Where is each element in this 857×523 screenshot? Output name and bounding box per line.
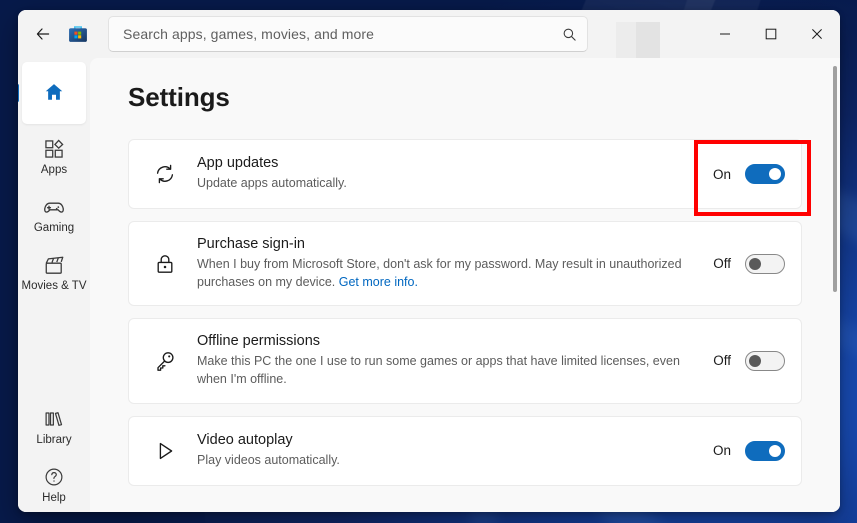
- toggle-state-label: On: [713, 443, 731, 458]
- minimize-icon: [719, 28, 731, 40]
- setting-text: App updates Update apps automatically.: [183, 155, 713, 192]
- setting-row-app-updates: App updates Update apps automatically. O…: [128, 139, 802, 209]
- microsoft-store-icon[interactable]: [66, 22, 90, 46]
- purchase-sign-in-toggle[interactable]: [745, 254, 785, 274]
- content-scrollbar[interactable]: [833, 66, 837, 292]
- microsoft-store-window: Search apps, games, movies, and more: [18, 10, 840, 512]
- window-body: Apps Gaming: [18, 58, 840, 512]
- setting-description-text: Play videos automatically.: [197, 453, 340, 467]
- setting-title: Purchase sign-in: [197, 236, 697, 252]
- setting-title: App updates: [197, 155, 697, 171]
- back-arrow-icon: [35, 26, 51, 42]
- search-icon[interactable]: [562, 27, 577, 42]
- page-title: Settings: [128, 82, 802, 113]
- back-button[interactable]: [26, 18, 60, 50]
- sidebar-item-apps[interactable]: Apps: [22, 130, 86, 182]
- close-button[interactable]: [794, 10, 840, 58]
- maximize-button[interactable]: [748, 10, 794, 58]
- setting-control: On: [713, 164, 785, 184]
- search-input[interactable]: Search apps, games, movies, and more: [123, 26, 562, 42]
- setting-description: Update apps automatically.: [197, 174, 697, 192]
- sidebar-item-label: Movies & TV: [22, 280, 87, 292]
- setting-control: On: [713, 441, 785, 461]
- apps-icon: [43, 137, 65, 161]
- setting-row-video-autoplay: Video autoplay Play videos automatically…: [128, 416, 802, 486]
- selection-indicator: [18, 84, 19, 102]
- sidebar-item-movies-tv[interactable]: Movies & TV: [22, 246, 86, 298]
- setting-control: Off: [713, 351, 785, 371]
- sidebar-item-library[interactable]: Library: [22, 400, 86, 452]
- setting-row-offline-permissions: Offline permissions Make this PC the one…: [128, 318, 802, 403]
- sidebar-item-home[interactable]: [22, 62, 86, 124]
- setting-text: Purchase sign-in When I buy from Microso…: [183, 236, 713, 291]
- get-more-info-link[interactable]: Get more info.: [339, 275, 418, 289]
- setting-description: Make this PC the one I use to run some g…: [197, 352, 697, 388]
- title-bar: Search apps, games, movies, and more: [18, 10, 840, 58]
- home-icon: [43, 80, 65, 104]
- toggle-state-label: Off: [713, 353, 731, 368]
- toggle-knob: [769, 168, 781, 180]
- setting-row-purchase-sign-in: Purchase sign-in When I buy from Microso…: [128, 221, 802, 306]
- gamepad-icon: [42, 195, 66, 219]
- setting-title: Video autoplay: [197, 432, 697, 448]
- library-icon: [43, 407, 65, 431]
- setting-title: Offline permissions: [197, 333, 697, 349]
- setting-description: When I buy from Microsoft Store, don't a…: [197, 255, 697, 291]
- sidebar-item-label: Help: [42, 492, 66, 504]
- navigation-sidebar: Apps Gaming: [18, 58, 90, 512]
- sidebar-item-label: Apps: [41, 164, 67, 176]
- toggle-knob: [749, 258, 761, 270]
- close-icon: [811, 28, 823, 40]
- setting-description: Play videos automatically.: [197, 451, 697, 469]
- search-box[interactable]: Search apps, games, movies, and more: [108, 16, 588, 52]
- sync-icon: [147, 162, 183, 186]
- minimize-button[interactable]: [702, 10, 748, 58]
- key-icon: [147, 349, 183, 373]
- app-updates-toggle[interactable]: [745, 164, 785, 184]
- sidebar-item-gaming[interactable]: Gaming: [22, 188, 86, 240]
- setting-description-text: When I buy from Microsoft Store, don't a…: [197, 257, 682, 289]
- video-autoplay-toggle[interactable]: [745, 441, 785, 461]
- toggle-knob: [749, 355, 761, 367]
- toggle-state-label: On: [713, 167, 731, 182]
- clapper-icon: [43, 253, 66, 277]
- maximize-icon: [765, 28, 777, 40]
- play-icon: [147, 439, 183, 463]
- setting-control: Off: [713, 254, 785, 274]
- offline-permissions-toggle[interactable]: [745, 351, 785, 371]
- window-controls: [702, 10, 840, 58]
- store-bag-icon: [66, 22, 90, 46]
- settings-content-area: Settings App updates Update apps autom: [90, 58, 840, 512]
- sidebar-item-label: Library: [36, 434, 71, 446]
- toggle-state-label: Off: [713, 256, 731, 271]
- sidebar-spacer: [18, 304, 90, 400]
- sidebar-item-label: Gaming: [34, 222, 74, 234]
- sidebar-item-help[interactable]: Help: [22, 458, 86, 510]
- setting-text: Offline permissions Make this PC the one…: [183, 333, 713, 388]
- setting-text: Video autoplay Play videos automatically…: [183, 432, 713, 469]
- setting-description-text: Make this PC the one I use to run some g…: [197, 354, 680, 386]
- question-icon: [43, 465, 65, 489]
- setting-description-text: Update apps automatically.: [197, 176, 347, 190]
- toggle-knob: [769, 445, 781, 457]
- lock-icon: [147, 252, 183, 276]
